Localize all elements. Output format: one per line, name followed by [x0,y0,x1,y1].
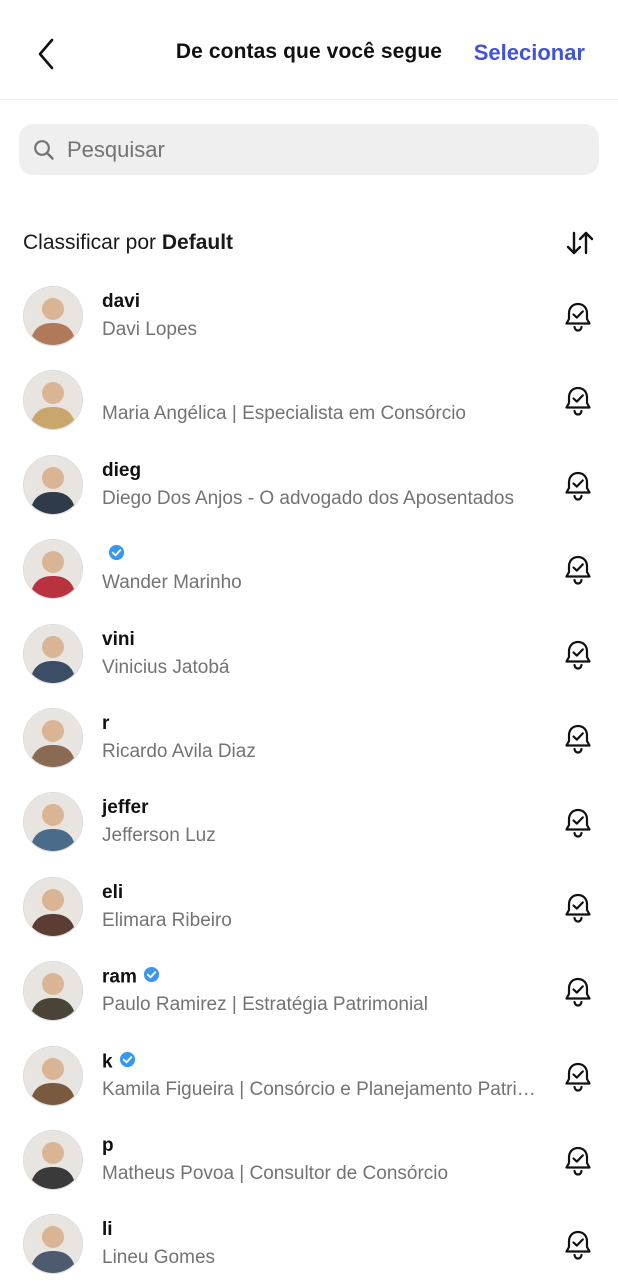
account-row[interactable]: Maria Angélica | Especialista em Consórc… [0,358,618,442]
verified-badge-icon [119,1051,136,1074]
sort-prefix: Classificar por [23,231,162,254]
avatar[interactable] [23,539,83,600]
bell-icon[interactable] [562,891,594,925]
full-name: Davi Lopes [102,319,198,340]
account-row[interactable]: eli Elimara Ribeiro [0,865,618,949]
sort-label[interactable]: Classificar por Default [23,231,233,255]
avatar[interactable] [23,623,83,684]
username[interactable] [102,544,125,567]
bell-icon[interactable] [562,1228,594,1262]
avatar[interactable] [23,1045,83,1106]
top-bar: De contas que você segue Selecionar [0,0,618,100]
bell-icon[interactable] [562,975,594,1009]
username-text: dieg [102,459,142,481]
full-name: Jefferson Luz [102,825,216,847]
avatar[interactable] [23,876,83,937]
username[interactable]: davi [102,291,140,313]
username[interactable]: eli [102,882,123,904]
username-text: k [102,1051,113,1073]
search-bar[interactable] [19,124,599,175]
avatar[interactable] [23,454,83,515]
username[interactable]: li [102,1219,113,1241]
bell-icon[interactable] [562,384,594,418]
account-row[interactable]: davi Davi Lopes [0,274,618,358]
full-name: Kamila Figueira | Consórcio e Planejamen… [102,1078,546,1100]
avatar[interactable] [23,1129,83,1190]
account-row[interactable]: li Lineu Gomes [0,1202,618,1286]
username[interactable]: ram [102,966,160,989]
account-row[interactable]: ram Paulo Ramirez | Estratégia Patrimonia… [0,949,618,1033]
sort-arrows-icon[interactable] [564,227,596,259]
account-row[interactable]: jeffer Jefferson Luz [0,780,618,864]
full-name: Vinicius Jatobá [102,656,230,678]
verified-badge-icon [143,966,160,989]
username[interactable]: r [102,713,109,735]
username-text: vini [102,628,135,650]
avatar[interactable] [23,370,83,431]
username[interactable]: dieg [102,460,141,482]
avatar[interactable] [23,961,83,1022]
username-text: ram [102,966,137,988]
username-text: r [102,712,110,734]
username[interactable]: vini [102,629,135,651]
account-row[interactable]: k Kamila Figueira | Consórcio e Planejame… [0,1034,618,1118]
bell-icon[interactable] [562,1060,594,1094]
full-name: Matheus Povoa | Consultor de Consórcio [102,1162,449,1184]
bell-icon[interactable] [562,300,594,334]
bell-icon[interactable] [562,469,594,503]
username-text: jeffer [102,797,149,819]
avatar[interactable] [23,792,83,853]
bell-icon[interactable] [562,553,594,587]
full-name: Paulo Ramirez | Estratégia Patrimonial [102,994,428,1016]
full-name: Wander Marinho [102,572,242,594]
sort-row: Classificar por Default [23,226,596,260]
verified-badge-icon [108,544,125,567]
full-name: Maria Angélica | Especialista em Consórc… [102,403,466,425]
avatar[interactable] [23,1214,83,1275]
username-text: davi [102,291,141,312]
avatar[interactable] [23,707,83,768]
username-text: eli [102,881,124,903]
full-name: Ricardo Avila Diaz [102,740,256,762]
bell-icon[interactable] [562,722,594,756]
username[interactable]: jeffer [102,797,148,819]
username-text: p [102,1134,114,1156]
bell-icon[interactable] [562,1144,594,1178]
full-name: Elimara Ribeiro [102,909,232,931]
account-row[interactable]: dieg Diego Dos Anjos - O advogado dos Apo… [0,443,618,527]
select-button[interactable]: Selecionar [474,40,585,66]
account-row[interactable]: Wander Marinho [0,527,618,611]
bell-icon[interactable] [562,638,594,672]
username[interactable]: k [102,1051,136,1074]
avatar[interactable] [23,286,83,346]
full-name: Lineu Gomes [102,1247,216,1269]
username-text: li [102,1219,113,1241]
username[interactable]: p [102,1135,114,1157]
bell-icon[interactable] [562,806,594,840]
full-name: Diego Dos Anjos - O advogado dos Aposent… [102,487,514,509]
account-row[interactable]: vini Vinicius Jatobá [0,612,618,696]
search-input[interactable] [65,135,569,164]
account-row[interactable]: r Ricardo Avila Diaz [0,696,618,780]
account-row[interactable]: p Matheus Povoa | Consultor de Consórcio [0,1118,618,1202]
search-icon [34,139,54,160]
account-list: davi Davi Lopes Maria Angélica | Especiali… [0,274,618,1287]
sort-value: Default [161,231,234,254]
